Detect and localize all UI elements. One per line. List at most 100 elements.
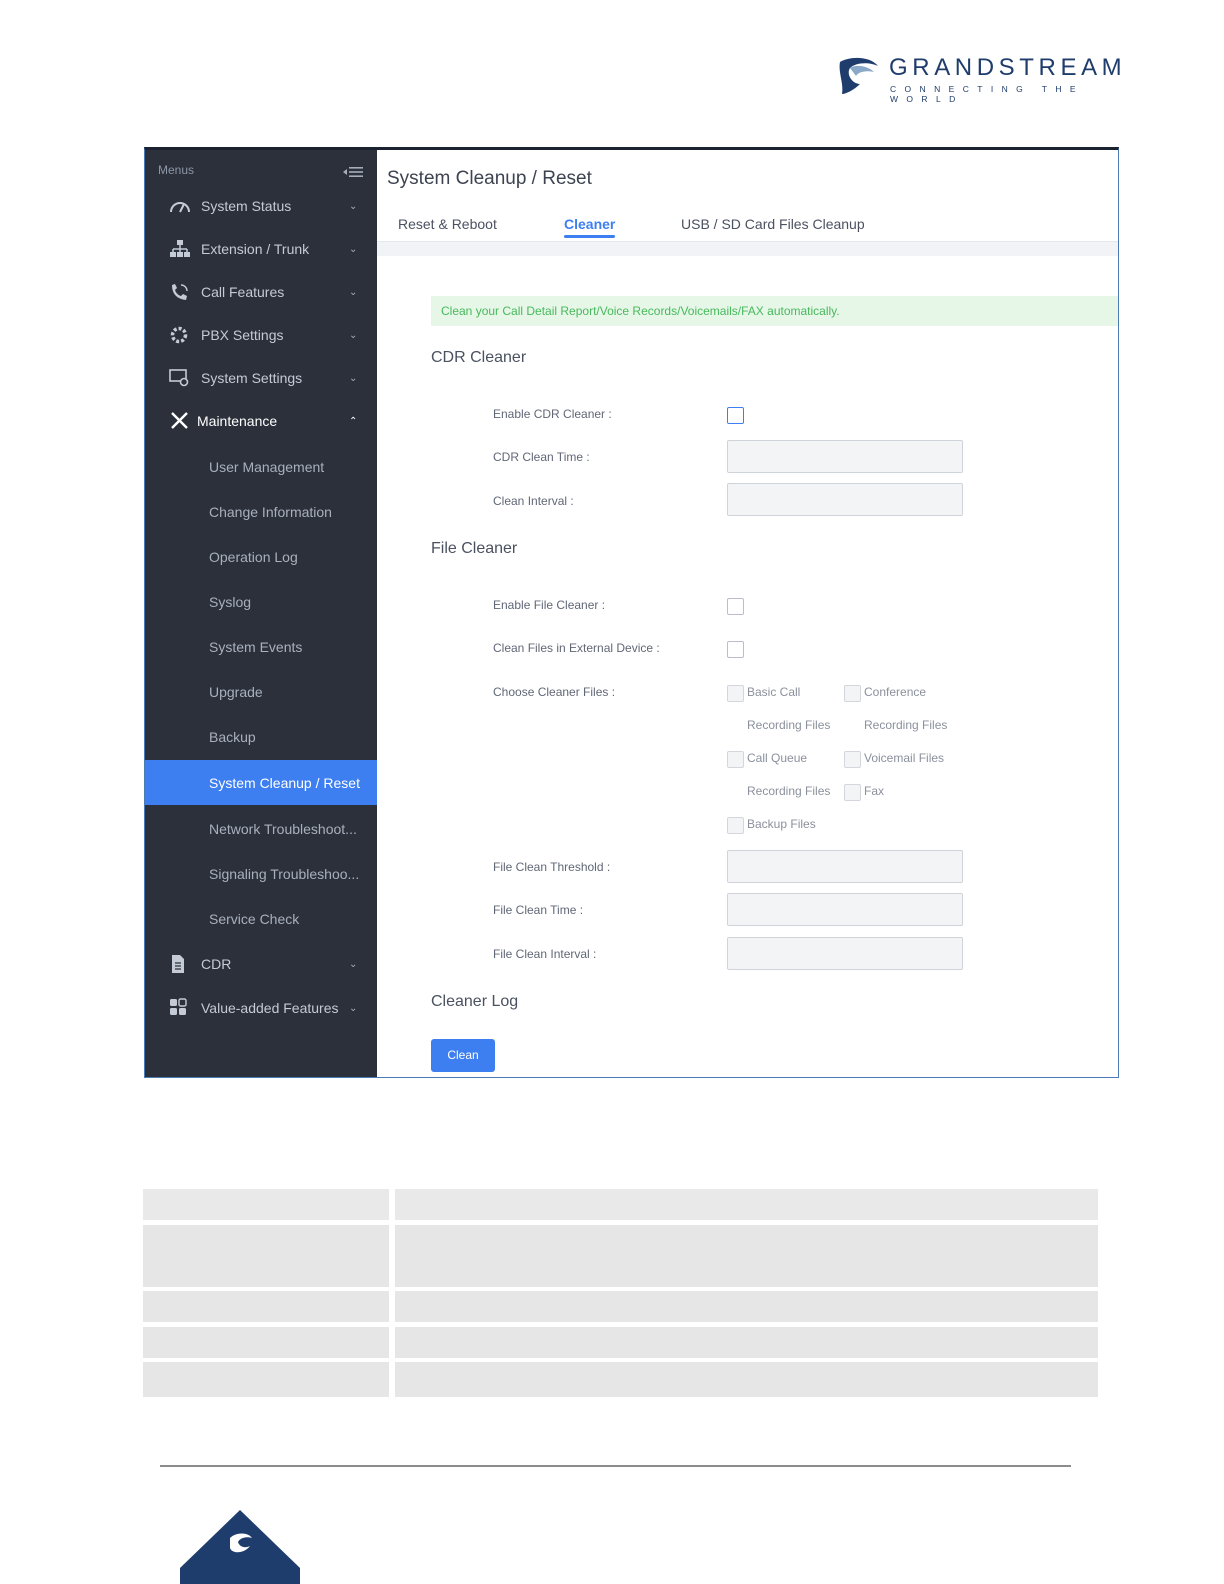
- brand-tagline: CONNECTING THE WORLD: [890, 84, 1084, 104]
- collapse-menu-icon[interactable]: [343, 166, 363, 178]
- clean-external-device-label: Clean Files in External Device :: [493, 641, 660, 655]
- tab-cleaner[interactable]: Cleaner: [564, 216, 615, 232]
- table-row: [143, 1225, 1098, 1287]
- sidebar-subitem-system-events[interactable]: System Events: [145, 624, 377, 669]
- tab-bar: Reset & Reboot Cleaner USB / SD Card Fil…: [377, 210, 1118, 242]
- sidebar-item-pbx-settings[interactable]: PBX Settings ⌄: [145, 315, 377, 355]
- call-queue-recording-checkbox[interactable]: [727, 751, 744, 768]
- backup-files-checkbox[interactable]: [727, 817, 744, 834]
- table-cell: [395, 1225, 1098, 1287]
- sidebar-subitem-system-cleanup-reset[interactable]: System Cleanup / Reset: [145, 760, 377, 805]
- sidebar-subitem-network-troubleshooting[interactable]: Network Troubleshoot...: [145, 806, 377, 851]
- file-cleaner-title: File Cleaner: [431, 540, 518, 557]
- sidebar-item-label: Extension / Trunk: [201, 241, 310, 257]
- document-icon: [172, 955, 184, 973]
- info-notice: Clean your Call Detail Report/Voice Reco…: [431, 296, 1118, 326]
- footer-divider: [160, 1465, 1071, 1467]
- sidebar-item-label: Value-added Features: [201, 1000, 339, 1016]
- table-cell: [143, 1189, 389, 1220]
- chevron-down-icon: ⌄: [349, 1002, 358, 1014]
- grandstream-swirl-icon: [839, 57, 878, 94]
- choose-cleaner-files-label: Choose Cleaner Files :: [493, 685, 616, 699]
- sidebar-item-maintenance[interactable]: Maintenance ⌃: [145, 401, 377, 441]
- table-cell: [143, 1291, 389, 1322]
- sidebar-item-system-status[interactable]: System Status ⌄: [145, 186, 377, 226]
- table-cell: [395, 1327, 1098, 1358]
- table-row: [143, 1189, 1098, 1220]
- sidebar-item-label: System Settings: [201, 370, 303, 386]
- clean-button[interactable]: Clean: [431, 1039, 495, 1072]
- table-cell: [395, 1291, 1098, 1322]
- sidebar-subitem-label: Upgrade: [209, 683, 263, 700]
- sidebar-item-label: Maintenance: [197, 413, 278, 429]
- sidebar-subitem-backup[interactable]: Backup: [145, 714, 377, 759]
- tab-usb-sd-cleanup[interactable]: USB / SD Card Files Cleanup: [681, 216, 865, 232]
- basic-call-recording-checkbox[interactable]: [727, 685, 744, 702]
- table-row: [143, 1291, 1098, 1322]
- voicemail-option-label: Voicemail Files: [864, 751, 945, 765]
- enable-cdr-cleaner-checkbox[interactable]: [727, 407, 744, 424]
- enable-cdr-cleaner-label: Enable CDR Cleaner :: [493, 407, 612, 421]
- content-divider-band: [377, 242, 1118, 256]
- main-content: System Cleanup / Reset Reset & Reboot Cl…: [377, 150, 1118, 1077]
- monitor-gear-icon: [169, 369, 189, 387]
- sidebar-subitem-service-check[interactable]: Service Check: [145, 896, 377, 941]
- brand-name: GRANDSTREAM: [889, 54, 1127, 81]
- conference-option-label-2: Recording Files: [864, 718, 948, 732]
- tab-reset-reboot[interactable]: Reset & Reboot: [398, 216, 497, 232]
- file-clean-time-input[interactable]: [727, 893, 963, 926]
- table-cell: [395, 1362, 1098, 1397]
- sidebar-subitem-upgrade[interactable]: Upgrade: [145, 669, 377, 714]
- file-clean-time-label: File Clean Time :: [493, 903, 584, 917]
- document-page: GRANDSTREAM CONNECTING THE WORLD Menus S…: [0, 0, 1224, 1584]
- sidebar-subitem-label: User Management: [209, 458, 325, 475]
- basic-call-option-label-2: Recording Files: [747, 718, 831, 732]
- grandstream-logo: GRANDSTREAM CONNECTING THE WORLD: [836, 54, 1158, 104]
- sidebar-subitem-syslog[interactable]: Syslog: [145, 579, 377, 624]
- sidebar-item-cdr[interactable]: CDR ⌄: [145, 944, 377, 984]
- table-row: [143, 1327, 1098, 1358]
- enable-file-cleaner-label: Enable File Cleaner :: [493, 598, 606, 612]
- call-queue-option-label-2: Recording Files: [747, 784, 831, 798]
- sidebar-item-extension-trunk[interactable]: Extension / Trunk ⌄: [145, 229, 377, 269]
- phone-icon: [172, 284, 188, 300]
- table-cell: [143, 1225, 389, 1287]
- chevron-down-icon: ⌄: [349, 958, 358, 970]
- backup-files-option-label: Backup Files: [747, 817, 816, 831]
- basic-call-option-label: Basic Call: [747, 685, 801, 699]
- pbx-web-ui: Menus System Status ⌄ Extension / Trunk …: [144, 147, 1119, 1078]
- sidebar-subitem-label: Network Troubleshoot...: [209, 820, 357, 837]
- sidebar-item-value-added-features[interactable]: Value-added Features ⌄: [145, 988, 377, 1028]
- gear-icon: [170, 326, 188, 344]
- sidebar-subitem-user-management[interactable]: User Management: [145, 444, 377, 489]
- sidebar-item-label: CDR: [201, 956, 232, 972]
- sidebar-subitem-change-information[interactable]: Change Information: [145, 489, 377, 534]
- conference-recording-checkbox[interactable]: [844, 685, 861, 702]
- clean-external-device-checkbox[interactable]: [727, 641, 744, 658]
- fax-checkbox[interactable]: [844, 784, 861, 801]
- file-clean-threshold-input[interactable]: [727, 850, 963, 883]
- sidebar-subitem-operation-log[interactable]: Operation Log: [145, 534, 377, 579]
- sidebar-item-system-settings[interactable]: System Settings ⌄: [145, 358, 377, 398]
- cdr-clean-time-label: CDR Clean Time :: [493, 450, 590, 464]
- sidebar-subitem-label: Change Information: [209, 503, 332, 520]
- sidebar-subitem-signaling-troubleshooting[interactable]: Signaling Troubleshoo...: [145, 851, 377, 896]
- sidebar-subitem-label: Operation Log: [209, 548, 298, 565]
- file-clean-interval-input[interactable]: [727, 937, 963, 970]
- cdr-clean-time-input[interactable]: [727, 440, 963, 473]
- sidebar: Menus System Status ⌄ Extension / Trunk …: [145, 150, 377, 1077]
- conference-option-label: Conference: [864, 685, 927, 699]
- enable-file-cleaner-checkbox[interactable]: [727, 598, 744, 615]
- table-cell: [143, 1362, 389, 1397]
- chevron-down-icon: ⌄: [349, 372, 358, 384]
- table-row: [143, 1362, 1098, 1397]
- sidebar-subitem-label: Service Check: [209, 910, 300, 927]
- voicemail-files-checkbox[interactable]: [844, 751, 861, 768]
- gauge-icon: [170, 202, 190, 213]
- clean-interval-input[interactable]: [727, 483, 963, 516]
- sidebar-subitem-label: System Cleanup / Reset: [209, 774, 360, 791]
- chevron-down-icon: ⌄: [349, 243, 358, 255]
- chevron-down-icon: ⌄: [349, 286, 358, 298]
- sidebar-item-call-features[interactable]: Call Features ⌄: [145, 272, 377, 312]
- file-clean-interval-label: File Clean Interval :: [493, 947, 597, 961]
